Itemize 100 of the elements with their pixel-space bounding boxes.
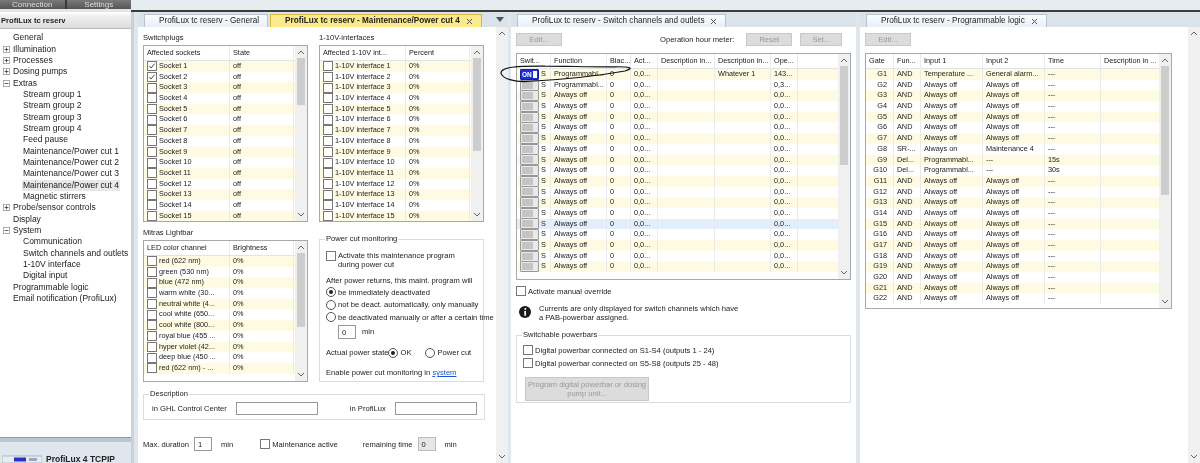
scroll-down-icon[interactable] [1190,454,1198,460]
checkbox[interactable] [516,286,526,296]
checkbox[interactable] [323,72,333,83]
scrollbar[interactable] [1188,27,1200,463]
tree-item[interactable]: Processes [12,54,54,66]
checkbox[interactable] [147,189,157,200]
scrollbar[interactable] [1159,54,1171,308]
checkbox[interactable] [147,82,157,93]
tree-item[interactable]: Email notification (ProfiLux) [12,293,118,305]
scroll-thumb[interactable] [840,66,848,165]
scroll-down-icon[interactable] [840,270,848,276]
scroll-thumb[interactable] [297,58,305,106]
toggle-switch[interactable] [520,122,539,134]
document-tab[interactable]: ProfiLux tc reserv - Switch channels and outlets [517,14,727,27]
checkbox[interactable] [147,309,157,320]
tree-item[interactable]: Magnetic stirrers [22,191,87,202]
checkbox[interactable] [147,363,157,374]
description-field[interactable] [235,402,318,415]
toggle-switch[interactable] [520,218,539,230]
scroll-down-icon[interactable] [297,372,305,378]
checkbox[interactable] [523,345,533,355]
checkbox[interactable] [323,82,333,93]
checkbox[interactable] [147,299,157,310]
scroll-up-icon[interactable] [297,244,305,250]
expand-icon[interactable] [3,56,10,64]
radio-button[interactable] [326,312,336,323]
expand-icon[interactable] [3,204,10,212]
checkbox[interactable] [323,189,333,200]
checkbox[interactable] [323,168,333,179]
checkbox[interactable] [147,320,157,331]
toggle-switch[interactable] [520,207,539,219]
close-icon[interactable] [710,17,718,25]
scroll-up-icon[interactable] [473,49,481,55]
toggle-switch[interactable] [520,101,539,112]
tree-item[interactable]: Stream group 3 [22,111,83,123]
tree-item[interactable]: Stream group 1 [22,88,83,100]
toggle-switch[interactable] [520,165,539,176]
tree-item[interactable]: Maintenance/Power cut 3 [22,168,120,180]
tree-item[interactable]: 1-10V interface [22,259,82,271]
toggle-switch[interactable] [520,186,539,198]
scroll-down-icon[interactable] [498,454,506,460]
tree-item[interactable]: Extras [12,77,39,89]
radio-button[interactable] [388,347,399,358]
checkbox[interactable] [147,200,157,211]
tree-item[interactable]: Communication [22,236,84,248]
scrollbar[interactable] [295,241,307,381]
tree-item[interactable]: Stream group 2 [22,100,83,112]
scroll-thumb[interactable] [1161,66,1169,195]
checkbox[interactable] [147,146,157,157]
checkbox[interactable] [147,114,157,125]
checkbox[interactable] [147,210,157,221]
tree-item[interactable]: Stream group 4 [22,122,83,134]
tree-item[interactable]: System [12,225,43,236]
checkbox[interactable] [147,288,157,299]
checkbox[interactable] [323,200,333,211]
radio-button[interactable] [425,347,436,358]
toggle-switch[interactable] [520,175,539,187]
checkbox[interactable] [147,93,157,104]
checkbox[interactable] [323,210,333,221]
tree-item[interactable]: Dosing pumps [12,66,69,78]
scroll-down-icon[interactable] [473,212,481,218]
scroll-up-icon[interactable] [498,30,506,36]
checkbox[interactable] [260,439,271,449]
toggle-switch[interactable] [520,250,539,262]
checkbox[interactable] [323,178,333,189]
scrollbar[interactable] [471,46,483,221]
dropdown-icon[interactable] [496,17,504,22]
scroll-up-icon[interactable] [297,49,305,55]
checkbox[interactable] [147,125,157,136]
scrollbar[interactable] [295,46,307,221]
close-icon[interactable] [465,17,473,25]
toggle-switch[interactable] [520,111,539,123]
checkbox[interactable] [147,157,157,168]
checkbox[interactable] [147,331,157,342]
document-tab[interactable]: ProfiLux tc reserv - General [144,14,269,27]
checkbox[interactable] [147,104,157,115]
checkbox[interactable] [147,168,157,179]
checkbox[interactable] [147,267,157,278]
document-tab[interactable]: ProfiLux tc reserv - Maintenance/Power cut 4 [270,14,482,27]
tree-item[interactable]: Feed pause [22,134,69,146]
checkbox[interactable] [147,72,157,83]
toggle-switch[interactable] [520,90,539,102]
toggle-switch[interactable] [520,154,539,166]
checkbox[interactable] [147,352,157,363]
checkbox[interactable] [323,157,333,168]
scroll-down-icon[interactable] [297,212,305,218]
scroll-thumb[interactable] [473,58,481,151]
tree-item[interactable]: Illumination [12,43,57,55]
scroll-up-icon[interactable] [840,57,848,63]
checkbox[interactable] [323,104,333,115]
close-icon[interactable] [1030,17,1038,25]
scroll-up-icon[interactable] [1190,30,1198,36]
tree-item[interactable]: Display [12,213,42,225]
menu-tab[interactable]: Settings [66,0,131,9]
checkbox[interactable] [323,61,333,72]
checkbox[interactable] [323,93,333,104]
scroll-down-icon[interactable] [1161,299,1169,305]
toggle-switch[interactable] [520,79,539,91]
scrollbar[interactable] [838,54,850,279]
scroll-thumb[interactable] [297,253,305,327]
